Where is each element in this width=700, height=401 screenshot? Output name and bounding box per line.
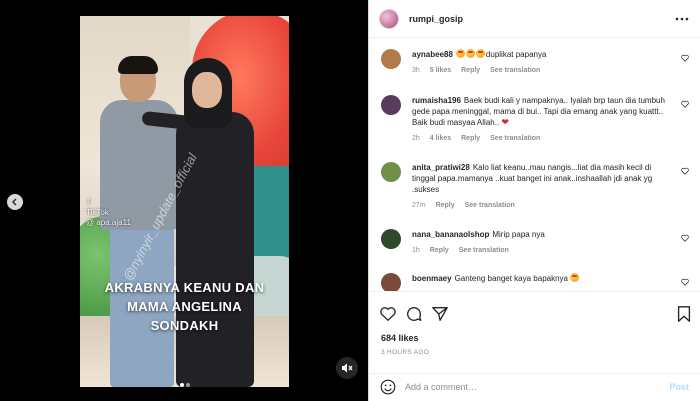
comment-username[interactable]: nana_bananaolshop xyxy=(412,230,489,239)
see-translation-button[interactable]: See translation xyxy=(465,202,515,209)
post-video[interactable]: ♪ TikTok @ apa.aja11 @nyinyir_update_off… xyxy=(80,16,289,387)
comment-username[interactable]: aynabee88 xyxy=(412,50,453,59)
tiktok-label: TikTok xyxy=(86,208,109,217)
tiktok-handle: @ apa.aja11 xyxy=(86,218,131,227)
mute-button[interactable] xyxy=(336,357,358,379)
post-comment-button[interactable]: Post xyxy=(669,382,689,392)
reply-button[interactable]: Reply xyxy=(461,67,480,74)
comment-likes[interactable]: 4 likes xyxy=(430,135,451,142)
avatar[interactable] xyxy=(381,229,401,249)
carousel-dot[interactable] xyxy=(179,383,184,387)
heart-icon[interactable] xyxy=(681,100,689,108)
see-translation-button[interactable]: See translation xyxy=(459,247,509,254)
heart-icon[interactable] xyxy=(681,54,689,62)
add-comment-bar: Post xyxy=(369,373,700,401)
video-caption: AKRABNYA KEANU DAN MAMA ANGELINA SONDAKH xyxy=(104,280,265,333)
comments-list[interactable]: aynabee88 duplikat papanya 3h 5 likes Rep… xyxy=(369,39,700,291)
avatar[interactable] xyxy=(381,273,401,291)
reply-button[interactable]: Reply xyxy=(461,135,480,142)
reply-button[interactable]: Reply xyxy=(430,247,449,254)
comment-input[interactable] xyxy=(405,378,645,396)
post-side-pane: rumpi_gosip aynabee88 duplikat papanya 3h… xyxy=(368,0,700,401)
see-translation-button[interactable]: See translation xyxy=(490,135,540,142)
comment-time[interactable]: 1h xyxy=(412,247,420,254)
person-boy-hair xyxy=(118,56,158,74)
avatar[interactable] xyxy=(381,49,401,69)
chevron-left-icon xyxy=(12,198,17,206)
comment-time[interactable]: 27m xyxy=(412,202,426,209)
comment-time[interactable]: 2h xyxy=(412,135,420,142)
comment-icon[interactable] xyxy=(405,305,423,323)
likes-count[interactable]: 684 likes xyxy=(381,333,419,343)
comment-username[interactable]: rumaisha196 xyxy=(412,96,461,105)
carousel-dots xyxy=(80,374,289,387)
red-heart-icon: ❤ xyxy=(501,117,509,127)
post-username[interactable]: rumpi_gosip xyxy=(409,14,463,24)
comment-text: duplikat papanya xyxy=(485,50,547,59)
emoji-smile-icon[interactable] xyxy=(380,379,396,395)
avatar[interactable] xyxy=(381,95,401,115)
more-horizontal-icon[interactable] xyxy=(675,17,689,21)
grin-emoji-icon xyxy=(465,49,475,58)
send-icon[interactable] xyxy=(431,305,449,323)
tiktok-icon: ♪ xyxy=(86,195,92,207)
grin-emoji-icon xyxy=(570,273,580,282)
avatar[interactable] xyxy=(381,162,401,182)
comment-username[interactable]: boenmaey xyxy=(412,274,452,283)
comment-username[interactable]: anita_pratiwi28 xyxy=(412,163,470,172)
avatar[interactable] xyxy=(379,8,399,29)
comment-likes[interactable]: 5 likes xyxy=(430,67,451,74)
media-pane: ♪ TikTok @ apa.aja11 @nyinyir_update_off… xyxy=(0,0,368,401)
grin-emoji-icon xyxy=(475,49,485,58)
carousel-prev-button[interactable] xyxy=(7,194,23,210)
carousel-dot[interactable] xyxy=(185,383,190,387)
comment-text: Mirip papa nya xyxy=(492,230,545,239)
reply-button[interactable]: Reply xyxy=(436,202,455,209)
grin-emoji-icon xyxy=(455,49,465,58)
heart-icon[interactable] xyxy=(379,305,397,323)
comment-text: Ganteng banget kaya bapaknya xyxy=(454,274,568,283)
tiktok-watermark: ♪ TikTok @ apa.aja11 xyxy=(86,196,131,228)
heart-icon[interactable] xyxy=(681,167,689,175)
comment-time[interactable]: 3h xyxy=(412,67,420,74)
speaker-muted-icon xyxy=(342,363,353,373)
bookmark-icon[interactable] xyxy=(675,305,693,323)
heart-icon[interactable] xyxy=(681,278,689,286)
post-time-ago: 3 HOURS AGO xyxy=(381,349,430,356)
see-translation-button[interactable]: See translation xyxy=(490,67,540,74)
heart-icon[interactable] xyxy=(681,234,689,242)
post-header: rumpi_gosip xyxy=(369,0,700,38)
post-actions: 684 likes 3 HOURS AGO xyxy=(369,291,700,373)
